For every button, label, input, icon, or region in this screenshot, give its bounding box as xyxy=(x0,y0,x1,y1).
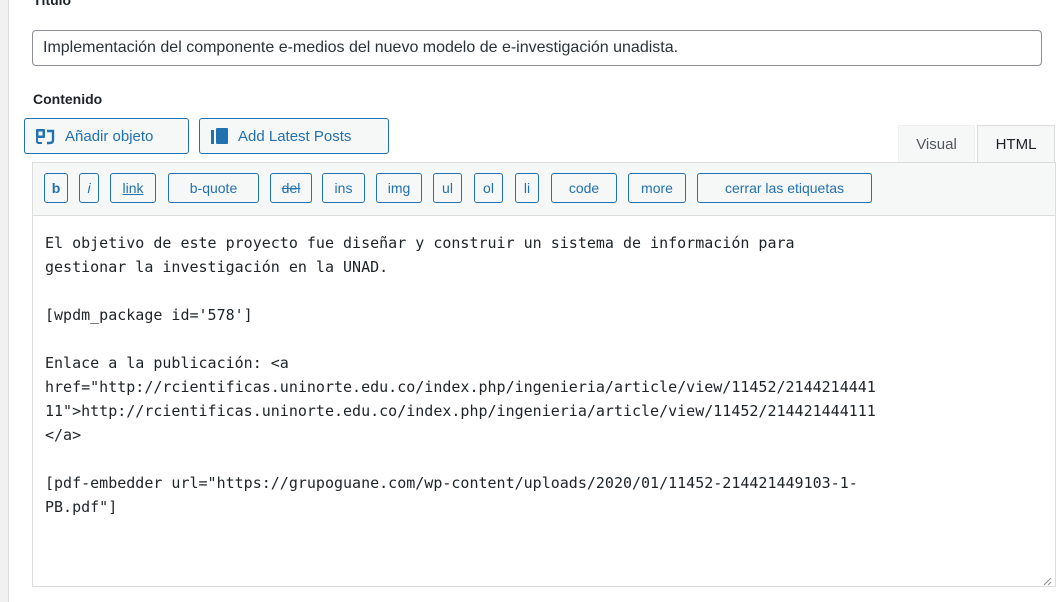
posts-icon xyxy=(210,127,230,145)
qt-ol-button[interactable]: ol xyxy=(474,173,503,203)
add-latest-posts-button[interactable]: Add Latest Posts xyxy=(199,118,389,154)
html-editor: b i link b-quote del ins img ul ol li co… xyxy=(32,162,1056,587)
qt-ul-button[interactable]: ul xyxy=(433,173,462,203)
resize-handle-icon[interactable] xyxy=(1042,573,1052,586)
add-object-button[interactable]: Añadir objeto xyxy=(24,118,189,154)
add-latest-posts-label: Add Latest Posts xyxy=(238,127,352,145)
add-object-label: Añadir objeto xyxy=(65,127,154,145)
qt-close-tags-button[interactable]: cerrar las etiquetas xyxy=(697,173,872,203)
qt-italic-button[interactable]: i xyxy=(79,173,99,203)
qt-img-button[interactable]: img xyxy=(376,173,422,203)
qt-li-button[interactable]: li xyxy=(515,173,539,203)
qt-del-button[interactable]: del xyxy=(270,173,312,203)
tab-html[interactable]: HTML xyxy=(977,125,1055,163)
qt-more-button[interactable]: more xyxy=(628,173,686,203)
qt-ins-button[interactable]: ins xyxy=(322,173,365,203)
qt-bold-button[interactable]: b xyxy=(44,173,68,203)
content-label: Contenido xyxy=(33,91,103,107)
quicktags-toolbar: b i link b-quote del ins img ul ol li co… xyxy=(33,163,1055,216)
title-input[interactable] xyxy=(32,30,1042,66)
add-media-icon xyxy=(35,127,57,145)
qt-code-button[interactable]: code xyxy=(551,173,617,203)
post-editor-panel: Título Contenido Añadir objeto Add Lates… xyxy=(8,0,1057,602)
qt-link-button[interactable]: link xyxy=(110,173,156,203)
qt-bquote-button[interactable]: b-quote xyxy=(168,173,259,203)
title-label: Título xyxy=(33,0,72,8)
tab-visual[interactable]: Visual xyxy=(898,125,975,163)
editor-textarea[interactable]: El objetivo de este proyecto fue diseñar… xyxy=(45,231,1045,519)
